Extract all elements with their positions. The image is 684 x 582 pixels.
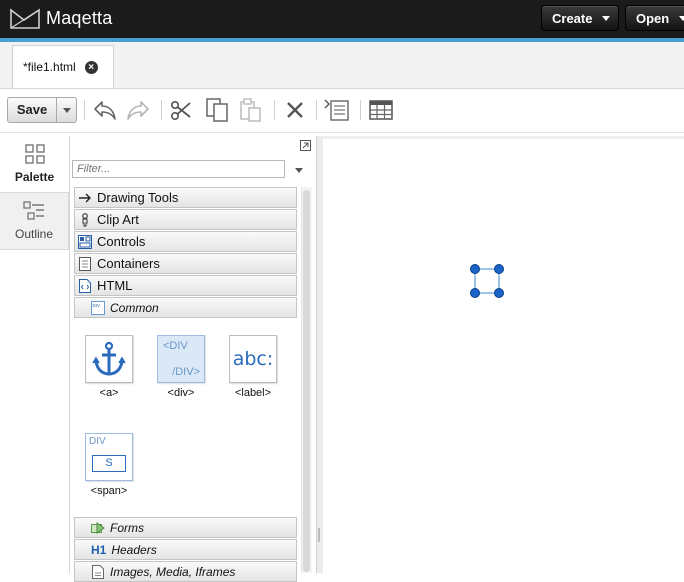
label-icon-text: abc: (232, 348, 274, 370)
tab-palette-label: Palette (14, 170, 55, 184)
div-widget-icon: <DIV /DIV> (157, 335, 205, 383)
save-button[interactable]: Save (7, 97, 77, 123)
app-logo: Maqetta (10, 7, 112, 29)
category-label: Containers (97, 256, 160, 271)
open-button[interactable]: Open (625, 5, 684, 31)
paste-icon[interactable] (237, 96, 265, 124)
tab-outline-label: Outline (14, 227, 54, 241)
tab-file1-label: *file1.html (23, 60, 76, 74)
widget-label-element[interactable]: abc: <label> (227, 335, 279, 399)
category-controls[interactable]: Controls (74, 231, 297, 252)
widget-label: <label> (234, 387, 272, 399)
anchor-icon (85, 335, 133, 383)
category-label: Drawing Tools (97, 190, 179, 205)
outline-icon (23, 201, 44, 220)
category-containers[interactable]: Containers (74, 253, 297, 274)
maqetta-logo-icon (10, 8, 40, 29)
toolbar-divider (274, 100, 275, 120)
cut-icon[interactable] (167, 96, 195, 124)
copy-icon[interactable] (203, 96, 231, 124)
span-icon-text-top: DIV (89, 436, 106, 447)
save-dropdown-button[interactable] (57, 98, 76, 122)
close-icon[interactable]: × (84, 60, 98, 74)
controls-icon (78, 234, 92, 249)
toolbar-divider (161, 100, 162, 120)
category-label: Common (110, 300, 159, 315)
splitter-grip[interactable] (318, 528, 320, 542)
arrow-right-icon (78, 191, 92, 205)
category-images-media[interactable]: Images, Media, Iframes (74, 561, 297, 582)
html-file-icon (78, 278, 92, 293)
person-icon (78, 212, 92, 227)
h1-icon: H1 (91, 543, 106, 557)
widget-span[interactable]: DIV S <span> (83, 433, 135, 497)
resize-handle-bottom-right[interactable] (494, 288, 504, 298)
category-label: Forms (110, 520, 144, 535)
resize-handle-bottom-left[interactable] (470, 288, 480, 298)
div-icon-text-bottom: /DIV> (172, 366, 200, 378)
toolbar-divider (360, 100, 361, 120)
category-drawing-tools[interactable]: Drawing Tools (74, 187, 297, 208)
category-label: Clip Art (97, 212, 139, 227)
create-label: Create (552, 10, 593, 26)
category-label: Headers (111, 542, 157, 557)
undo-icon[interactable] (91, 96, 119, 124)
palette-scroll-thumb[interactable] (303, 190, 310, 572)
resize-handle-top-right[interactable] (494, 264, 504, 274)
category-label: HTML (97, 278, 133, 293)
chevron-down-icon[interactable] (295, 168, 303, 173)
widget-label: <div> (167, 387, 195, 399)
palette-filter-input[interactable] (72, 160, 285, 178)
h1-prefix: H1 (91, 542, 107, 557)
category-common[interactable]: DIV Common (74, 297, 297, 318)
image-file-icon (91, 564, 105, 579)
app-name: Maqetta (46, 7, 113, 28)
span-icon-text-inner: S (92, 455, 126, 472)
maximize-icon[interactable] (300, 139, 311, 151)
toolbar-divider (316, 100, 317, 120)
span-widget-icon: DIV S (85, 433, 133, 481)
widget-label: <a> (99, 387, 119, 399)
tab-outline[interactable]: Outline (0, 193, 69, 250)
tab-file1[interactable]: *file1.html × (12, 45, 114, 88)
category-label: Controls (97, 234, 146, 249)
container-icon (78, 256, 92, 271)
widget-anchor[interactable]: <a> (83, 335, 135, 399)
save-label: Save (8, 98, 57, 122)
tab-palette[interactable]: Palette (0, 136, 69, 193)
chevron-down-icon (602, 15, 611, 21)
toolbar-divider (84, 100, 85, 120)
div-icon: DIV (91, 300, 105, 315)
widget-div[interactable]: <DIV /DIV> <div> (155, 335, 207, 399)
palette-icon (24, 144, 45, 164)
chevron-down-icon (62, 107, 71, 113)
redo-icon[interactable] (124, 96, 152, 124)
widget-label: <span> (90, 485, 128, 497)
label-widget-icon: abc: (229, 335, 277, 383)
delete-icon[interactable] (281, 96, 309, 124)
table-icon[interactable] (367, 96, 395, 124)
open-label: Open (636, 10, 670, 26)
category-label: Images, Media, Iframes (110, 564, 236, 579)
category-html[interactable]: HTML (74, 275, 297, 296)
category-forms[interactable]: Forms (74, 517, 297, 538)
document-settings-icon[interactable] (323, 96, 351, 124)
category-headers[interactable]: H1 Headers (74, 539, 297, 560)
form-icon (91, 521, 105, 535)
svg-text:DIV: DIV (93, 303, 101, 308)
category-clip-art[interactable]: Clip Art (74, 209, 297, 230)
design-canvas[interactable] (323, 136, 684, 573)
div-icon-text-top: <DIV (163, 340, 188, 352)
resize-handle-top-left[interactable] (470, 264, 480, 274)
chevron-down-icon (679, 15, 684, 21)
create-button[interactable]: Create (541, 5, 619, 31)
